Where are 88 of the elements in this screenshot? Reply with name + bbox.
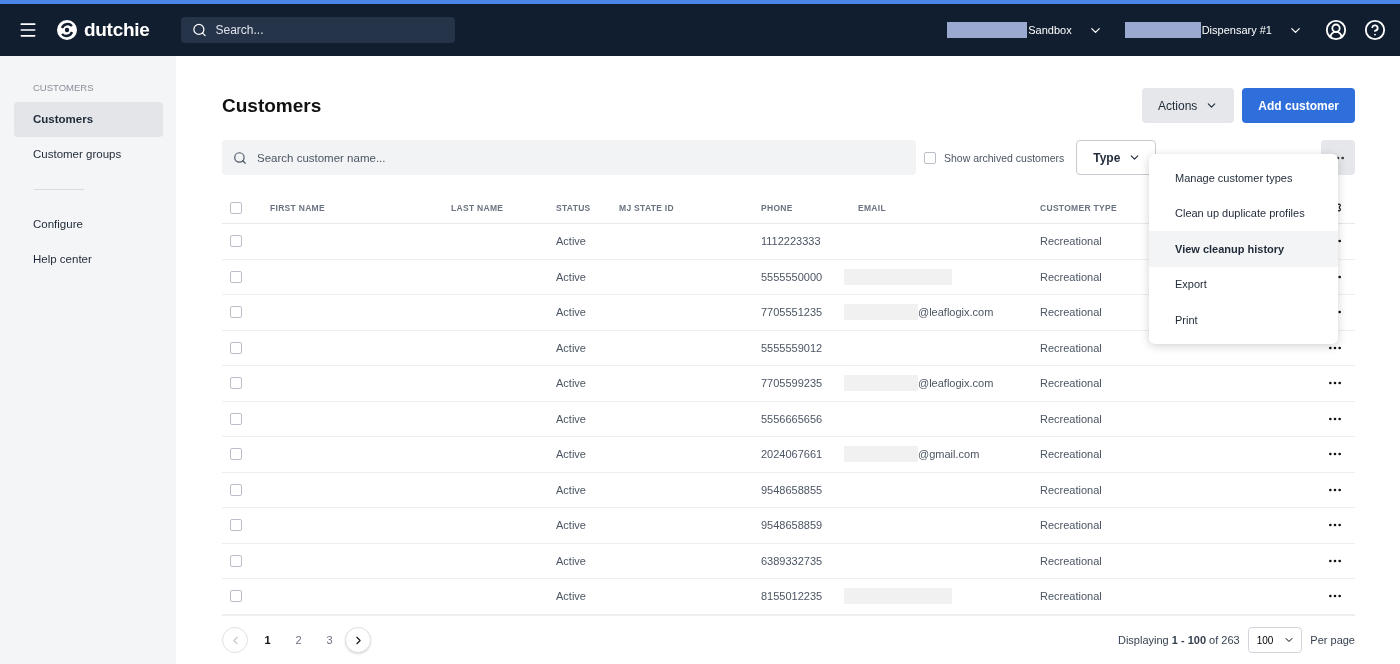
table-cell-text: 2024067661 xyxy=(761,448,824,461)
column-header: PHONE xyxy=(761,202,794,213)
table-cell-text: 7705599235 xyxy=(761,377,824,390)
row-checkbox[interactable] xyxy=(230,448,242,461)
search-field[interactable]: Search... xyxy=(181,17,456,43)
table-cell-text: Active xyxy=(556,412,587,425)
table-cell-text: Active xyxy=(556,341,587,354)
menu-item[interactable]: Clean up duplicate profiles xyxy=(1149,195,1338,231)
type-dropdown[interactable]: Type xyxy=(1076,140,1157,175)
row-checkbox[interactable] xyxy=(230,341,242,354)
menu-item[interactable]: View cleanup history xyxy=(1149,231,1338,267)
search-icon xyxy=(192,22,208,38)
table-cell-text: 7705551235 xyxy=(761,306,824,319)
location-selector[interactable]: Dispensary #1 xyxy=(1124,22,1303,38)
sidebar-item[interactable]: Configure xyxy=(14,207,163,242)
menu-button[interactable] xyxy=(18,20,38,40)
table-cell-text: 5555559012 xyxy=(761,341,824,354)
help-icon[interactable] xyxy=(1364,19,1386,41)
select-all-checkbox[interactable] xyxy=(230,201,242,214)
table-cell-text: 9548658855 xyxy=(761,483,824,496)
table-cell-text: Recreational xyxy=(1040,554,1103,567)
next-page-button[interactable] xyxy=(345,627,371,653)
per-page-label: Per page xyxy=(1310,634,1355,646)
menu-item[interactable]: Manage customer types xyxy=(1149,160,1338,196)
column-header: EMAIL xyxy=(858,202,887,213)
row-checkbox[interactable] xyxy=(230,519,242,532)
table-cell-text: Recreational xyxy=(1040,306,1103,319)
table-cell-text: Recreational xyxy=(1040,448,1103,461)
table-cell-text: Active xyxy=(556,270,587,283)
pagination-summary: Displaying 1 - 100 of 263 xyxy=(1117,634,1240,646)
logo-icon xyxy=(56,19,78,41)
add-customer-button[interactable]: Add customer xyxy=(1242,88,1355,123)
table-cell-text: 1112223333 xyxy=(761,235,822,248)
page-number[interactable]: 2 xyxy=(283,633,314,647)
table-cell-text: Active xyxy=(556,235,587,248)
sidebar-item[interactable]: Customer groups xyxy=(14,137,163,172)
previous-page-button[interactable] xyxy=(222,627,248,653)
per-page-select[interactable]: 100 xyxy=(1247,627,1303,653)
user-icon[interactable] xyxy=(1325,19,1347,41)
table-cell-text: Active xyxy=(556,448,587,461)
table-cell-text: Recreational xyxy=(1040,341,1103,354)
table-cell-text: Recreational xyxy=(1040,235,1103,248)
row-checkbox[interactable] xyxy=(230,270,242,283)
table-cell-text: Active xyxy=(556,590,587,603)
table-cell-text: 6389332735 xyxy=(761,554,824,567)
location-selector[interactable]: Sandbox xyxy=(947,22,1103,38)
email-text: @leaflogix.com xyxy=(918,377,994,390)
column-header: LAST NAME xyxy=(451,202,505,213)
row-checkbox[interactable] xyxy=(230,235,242,248)
page-number[interactable]: 3 xyxy=(314,633,345,647)
archived-checkbox[interactable]: Show archived customers xyxy=(924,151,1065,164)
table-cell-text: 5556665656 xyxy=(761,412,824,425)
table-cell-text: Recreational xyxy=(1040,483,1103,496)
table-cell-text: Recreational xyxy=(1040,519,1103,532)
sidebar-item[interactable]: Help center xyxy=(14,242,163,277)
table-cell-text: Recreational xyxy=(1040,590,1103,603)
email-text: @gmail.com xyxy=(918,448,980,461)
table-cell-text: Active xyxy=(556,519,587,532)
table-cell-text: Active xyxy=(556,377,587,390)
search-icon xyxy=(233,150,247,165)
row-checkbox[interactable] xyxy=(230,306,242,319)
table-cell-text: Recreational xyxy=(1040,270,1103,283)
table-cell-text: 5555550000 xyxy=(761,270,824,283)
email-text: @leaflogix.com xyxy=(918,306,994,319)
column-header: MJ STATE ID xyxy=(619,202,675,213)
table-cell-text: Active xyxy=(556,483,587,496)
menu-item[interactable]: Print xyxy=(1149,302,1338,338)
actions-button[interactable]: Actions xyxy=(1141,88,1235,123)
row-checkbox[interactable] xyxy=(230,377,242,390)
page-number[interactable]: 1 xyxy=(252,633,283,647)
table-cell-text: Recreational xyxy=(1040,377,1103,390)
page-title: Customers xyxy=(222,94,323,117)
table-cell-text: 8155012235 xyxy=(761,590,824,603)
menu-item[interactable]: Export xyxy=(1149,266,1338,302)
sidebar-section-label: CUSTOMERS xyxy=(32,82,95,93)
customer-search-field[interactable]: Search customer name... xyxy=(222,140,916,175)
row-checkbox[interactable] xyxy=(230,590,242,603)
row-checkbox[interactable] xyxy=(230,554,242,567)
logo-text: dutchie xyxy=(84,19,150,41)
row-checkbox[interactable] xyxy=(230,412,242,425)
table-cell-text: Active xyxy=(556,306,587,319)
column-header: FIRST NAME xyxy=(270,202,326,213)
table-cell-text: 9548658859 xyxy=(761,519,824,532)
table-cell-text: Active xyxy=(556,554,587,567)
table-cell-text: Recreational xyxy=(1040,412,1103,425)
sidebar-item[interactable]: Customers xyxy=(14,102,163,137)
column-header: STATUS xyxy=(556,202,592,213)
row-checkbox[interactable] xyxy=(230,483,242,496)
